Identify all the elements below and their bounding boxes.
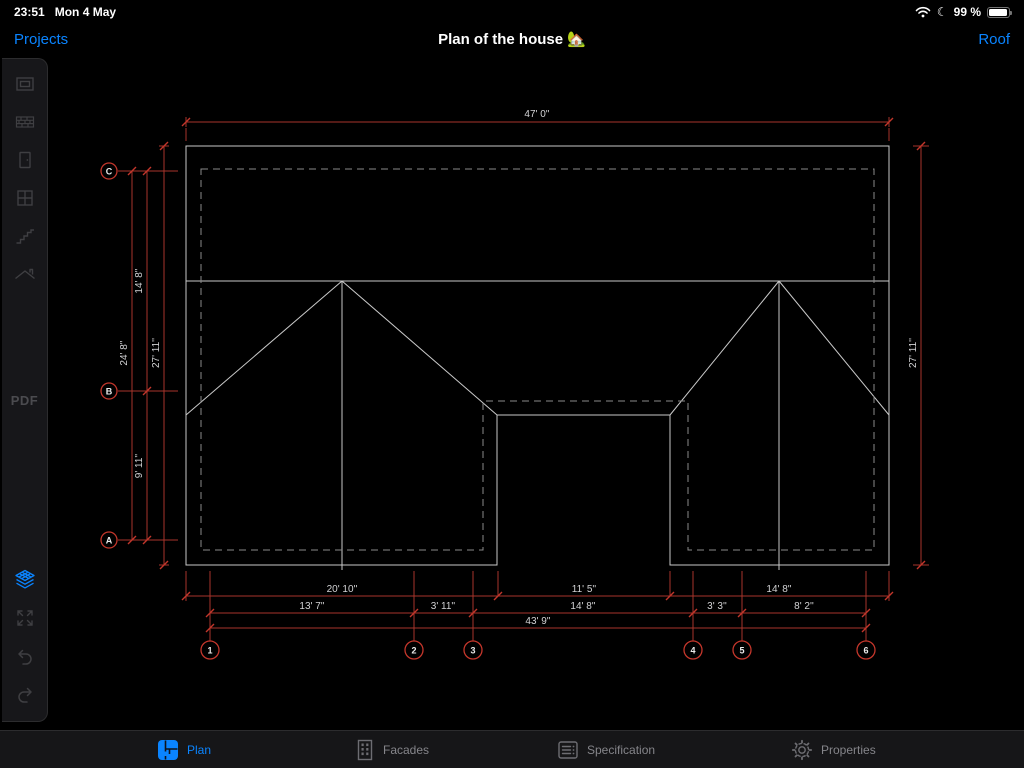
grid-marker-C: C xyxy=(101,163,117,179)
dimension-labels: 47' 0'' 20' 10'' 11' 5'' 14' 8'' 13' 7''… xyxy=(119,109,919,627)
dim-bottom-r2-a: 13' 7'' xyxy=(299,601,324,612)
tab-properties-label: Properties xyxy=(821,743,876,757)
facades-tab-icon xyxy=(354,738,376,762)
plan-tab-icon xyxy=(156,738,180,762)
tab-specification-label: Specification xyxy=(587,743,655,757)
tab-specification[interactable]: Specification xyxy=(556,731,655,768)
tab-properties[interactable]: Properties xyxy=(790,731,876,768)
dim-bottom-r2-d: 3' 3'' xyxy=(707,601,727,612)
tab-facades-label: Facades xyxy=(383,743,429,757)
dim-bottom-r1-a: 20' 10'' xyxy=(327,584,358,595)
tab-plan-label: Plan xyxy=(187,743,211,757)
grid-marker-6: 6 xyxy=(857,641,875,659)
dimension-lines xyxy=(118,117,929,641)
dim-left-cb: 14' 8'' xyxy=(134,268,145,293)
svg-text:6: 6 xyxy=(863,646,868,656)
tab-facades[interactable]: Facades xyxy=(354,731,429,768)
roof-plan-canvas[interactable]: 47' 0'' 20' 10'' 11' 5'' 14' 8'' 13' 7''… xyxy=(0,0,1024,768)
roof-outline xyxy=(186,146,889,570)
svg-text:1: 1 xyxy=(207,646,212,656)
dim-bottom-r1-b: 11' 5'' xyxy=(572,584,597,595)
dimension-ticks xyxy=(128,118,925,632)
svg-text:C: C xyxy=(106,167,113,177)
svg-text:4: 4 xyxy=(690,646,695,656)
dim-left-ba: 9' 11'' xyxy=(134,454,145,479)
grid-row-markers: C B A xyxy=(101,163,117,548)
dim-bottom-total: 43' 9'' xyxy=(525,616,550,627)
grid-col-markers: 1 2 3 4 5 6 xyxy=(201,641,875,659)
dim-bottom-r2-c: 14' 8'' xyxy=(570,601,595,612)
svg-text:2: 2 xyxy=(411,646,416,656)
bottom-tab-bar: Plan Facades Specification xyxy=(0,730,1024,768)
dim-bottom-r1-c: 14' 8'' xyxy=(766,584,791,595)
grid-marker-5: 5 xyxy=(733,641,751,659)
dim-top-total: 47' 0'' xyxy=(524,109,549,120)
grid-marker-A: A xyxy=(101,532,117,548)
properties-gear-icon xyxy=(790,738,814,762)
dim-right-total: 27' 11'' xyxy=(908,338,919,368)
grid-marker-B: B xyxy=(101,383,117,399)
tab-plan[interactable]: Plan xyxy=(156,731,211,768)
grid-marker-2: 2 xyxy=(405,641,423,659)
grid-marker-1: 1 xyxy=(201,641,219,659)
dim-bottom-r2-e: 8' 2'' xyxy=(794,601,814,612)
svg-text:3: 3 xyxy=(470,646,475,656)
grid-marker-4: 4 xyxy=(684,641,702,659)
svg-text:A: A xyxy=(106,536,113,546)
dim-left-full: 27' 11'' xyxy=(151,338,162,368)
svg-text:5: 5 xyxy=(739,646,744,656)
dim-bottom-r2-b: 3' 11'' xyxy=(431,601,456,612)
wall-dashed-outline xyxy=(201,169,874,550)
dim-left-outer: 24' 8'' xyxy=(119,340,130,365)
specification-tab-icon xyxy=(556,738,580,762)
svg-text:B: B xyxy=(106,387,113,397)
grid-marker-3: 3 xyxy=(464,641,482,659)
